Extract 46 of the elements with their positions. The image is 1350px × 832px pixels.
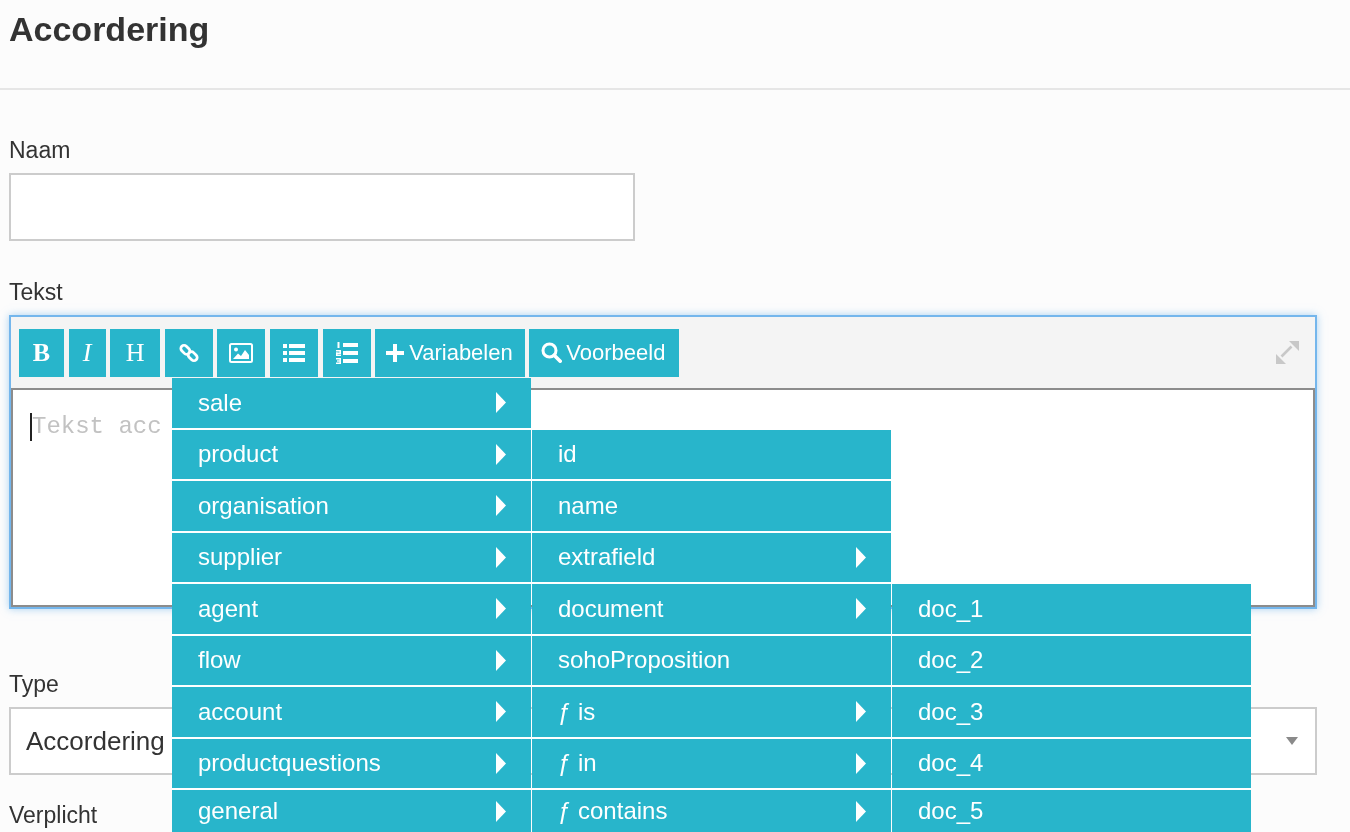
menu-item[interactable]: general	[172, 790, 531, 832]
menu-item[interactable]: flow	[172, 635, 531, 685]
menu-item[interactable]: doc_2	[892, 635, 1251, 685]
image-button[interactable]	[217, 328, 266, 377]
heading-button[interactable]: H	[110, 328, 161, 377]
menu-item[interactable]: sale	[172, 378, 531, 428]
link-icon	[177, 341, 200, 364]
page-title: Accordering	[9, 9, 210, 49]
menu-item[interactable]: productquestions	[172, 738, 531, 788]
bulleted-list-button[interactable]	[269, 328, 318, 377]
numbered-list-button[interactable]	[322, 328, 371, 377]
plus-icon	[386, 343, 405, 362]
menu-item[interactable]: agent	[172, 584, 531, 634]
preview-button[interactable]: Voorbeeld	[529, 328, 680, 377]
menu-item[interactable]: ƒ in	[532, 738, 891, 788]
text-cursor	[30, 413, 32, 441]
numbered-list-icon	[335, 341, 358, 364]
variables-button[interactable]: Variabelen	[375, 328, 525, 377]
menu-item[interactable]: organisation	[172, 481, 531, 531]
menu-item[interactable]: product	[172, 429, 531, 479]
menu-item[interactable]: name	[532, 481, 891, 531]
menu-item[interactable]: ƒ is	[532, 687, 891, 737]
menu-item[interactable]: id	[532, 429, 891, 479]
search-icon	[541, 342, 563, 363]
field-label: Tekst	[9, 279, 63, 305]
menu-item[interactable]: doc_1	[892, 584, 1251, 634]
caret-down-icon	[1286, 737, 1298, 745]
bulleted-list-icon	[282, 343, 305, 362]
menu-item[interactable]: doc_3	[892, 687, 1251, 737]
image-icon	[229, 342, 254, 363]
menu-item[interactable]: extrafield	[532, 532, 891, 582]
field-label: Type	[9, 671, 59, 697]
menu-item[interactable]: account	[172, 687, 531, 737]
menu-item[interactable]: doc_4	[892, 738, 1251, 788]
menu-item[interactable]: doc_5	[892, 790, 1251, 832]
menu-item[interactable]: ƒ contains	[532, 790, 891, 832]
field-label: Verplicht	[9, 802, 98, 828]
bold-button[interactable]: B	[19, 328, 64, 377]
menu-item[interactable]: sohoProposition	[532, 635, 891, 685]
link-button[interactable]	[164, 328, 213, 377]
input-field[interactable]	[9, 173, 635, 241]
italic-button[interactable]: I	[68, 328, 106, 377]
menu-item[interactable]: document	[532, 584, 891, 634]
field-label: Naam	[9, 137, 71, 163]
fullscreen-icon[interactable]	[1276, 341, 1299, 364]
menu-item[interactable]: supplier	[172, 532, 531, 582]
